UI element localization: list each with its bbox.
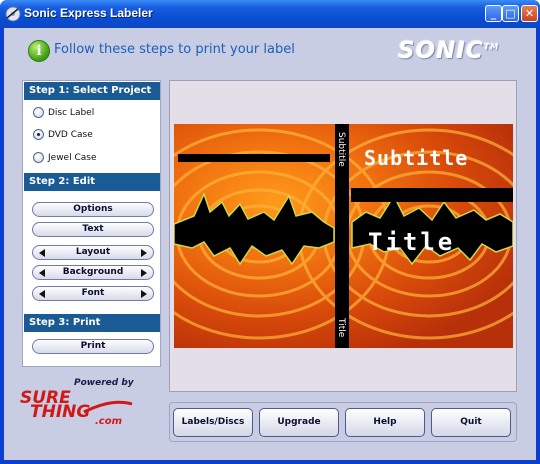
text-button[interactable]: Text: [32, 222, 154, 237]
radio-checked-icon[interactable]: [33, 129, 44, 140]
help-button[interactable]: Help: [345, 408, 425, 437]
background-button[interactable]: Background: [32, 265, 154, 280]
layout-button[interactable]: Layout: [32, 245, 154, 260]
upgrade-button[interactable]: Upgrade: [259, 408, 339, 437]
powered-by-text: Powered by: [74, 378, 134, 388]
window-title: Sonic Express Labeler: [24, 6, 153, 20]
radio-label: Disc Label: [48, 108, 95, 118]
radio-jewel-case[interactable]: Jewel Case: [33, 150, 96, 166]
title-bar[interactable]: Sonic Express Labeler _ □ ✕: [0, 0, 540, 28]
labels-discs-button[interactable]: Labels/Discs: [173, 408, 253, 437]
right-arrow-icon[interactable]: [141, 290, 147, 298]
cover-title-text[interactable]: Title: [368, 228, 455, 256]
font-button[interactable]: Font: [32, 286, 154, 301]
surething-logo-domain: .com: [95, 416, 123, 427]
quit-button[interactable]: Quit: [431, 408, 511, 437]
surething-swoosh-icon: [83, 400, 133, 414]
cover-subtitle-text[interactable]: Subtitle: [364, 146, 468, 170]
instruction-text: Follow these steps to print your label: [54, 42, 295, 57]
left-arrow-icon[interactable]: [39, 269, 45, 277]
background-label: Background: [62, 267, 124, 277]
step1-header: Step 1: Select Project: [24, 82, 160, 100]
sonic-logo-text: SONIC: [398, 38, 484, 64]
radio-dvd-case[interactable]: DVD Case: [33, 127, 93, 143]
layout-label: Layout: [75, 247, 111, 257]
radio-icon[interactable]: [33, 107, 44, 118]
radio-icon[interactable]: [33, 152, 44, 163]
minimize-button[interactable]: _: [485, 5, 502, 22]
steps-panel: Step 1: Select Project Disc Label DVD Ca…: [22, 80, 161, 367]
trademark-mark: TM: [483, 42, 500, 52]
font-label: Font: [81, 288, 105, 298]
app-window: Sonic Express Labeler _ □ ✕ i Follow the…: [0, 0, 540, 464]
info-icon: i: [28, 40, 50, 62]
right-arrow-icon[interactable]: [141, 269, 147, 277]
print-button[interactable]: Print: [32, 339, 154, 354]
step3-header: Step 3: Print: [24, 314, 160, 332]
app-disc-icon: [5, 6, 21, 22]
spine-title: Title: [336, 318, 346, 338]
right-arrow-icon[interactable]: [141, 249, 147, 257]
back-black-band: [351, 188, 513, 202]
sonic-logo: SONICTM: [398, 38, 499, 64]
spine-subtitle: Subtitle: [336, 132, 346, 167]
options-button[interactable]: Options: [32, 202, 154, 217]
radio-disc-label[interactable]: Disc Label: [33, 105, 94, 121]
left-arrow-icon[interactable]: [39, 290, 45, 298]
radio-label: DVD Case: [48, 130, 93, 140]
radio-label: Jewel Case: [48, 153, 97, 163]
left-arrow-icon[interactable]: [39, 249, 45, 257]
step2-header: Step 2: Edit: [24, 173, 160, 191]
close-button[interactable]: ✕: [521, 5, 538, 22]
front-black-band: [178, 154, 330, 162]
maximize-button[interactable]: □: [502, 5, 519, 22]
